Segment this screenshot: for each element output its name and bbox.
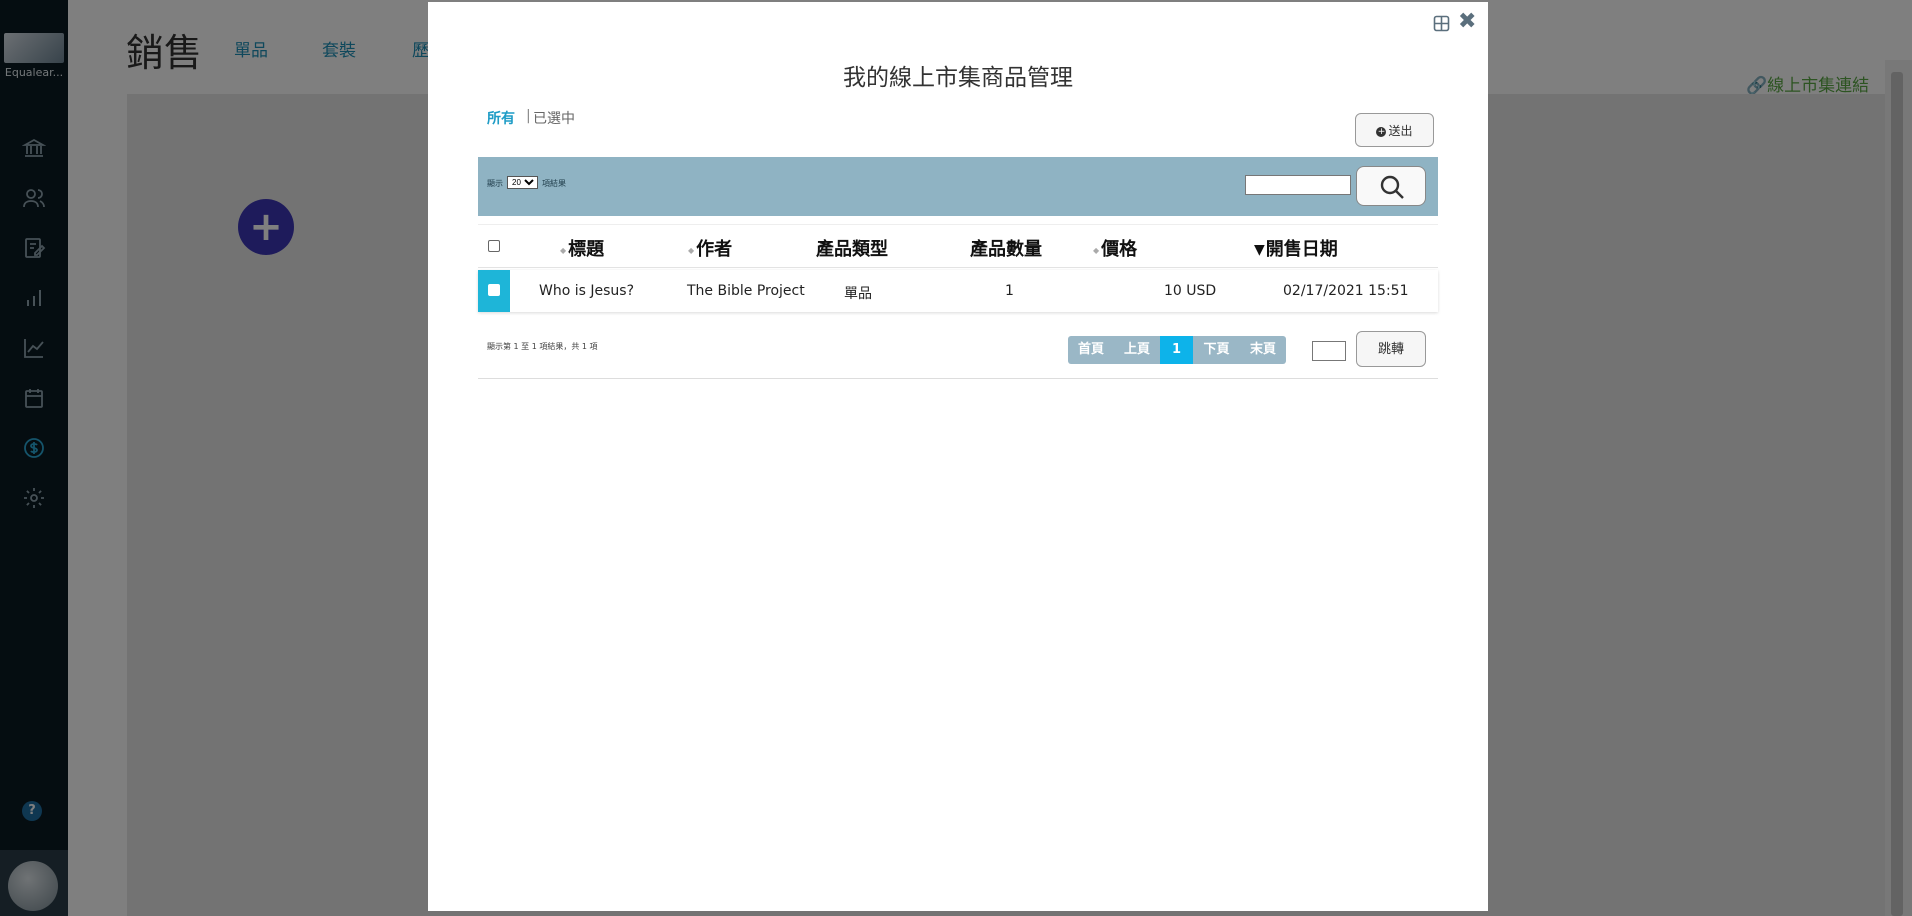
filter-all[interactable]: 所有 — [487, 108, 515, 128]
table-header: ◆ 標題 ◆ 作者 產品類型 產品數量 ◆ 價格 ▼開售日期 — [478, 224, 1438, 268]
search-icon — [1380, 175, 1404, 199]
close-icon[interactable]: ✖ — [1458, 11, 1478, 33]
sort-desc-icon: ▼ — [1254, 242, 1265, 258]
page-next[interactable]: 下頁 — [1193, 336, 1240, 364]
select-all-checkbox[interactable] — [488, 240, 500, 252]
row-select-cell[interactable] — [478, 270, 510, 312]
filter-selected[interactable]: 已選中 — [533, 108, 575, 128]
sort-icon: ◆ — [560, 245, 567, 255]
column-price[interactable]: ◆ 價格 — [1093, 235, 1137, 261]
page-current[interactable]: 1 — [1160, 336, 1193, 364]
cell-type: 單品 — [844, 286, 872, 302]
page-jump-input[interactable] — [1312, 341, 1346, 361]
column-type[interactable]: 產品類型 — [816, 235, 888, 261]
page-length-select[interactable]: 20 — [507, 176, 538, 189]
table-info: 顯示第 1 至 1 項結果，共 1 項 — [487, 342, 598, 351]
page-first[interactable]: 首頁 — [1068, 336, 1114, 364]
table-row[interactable]: Who is Jesus? The Bible Project 單品 1 10 … — [478, 270, 1438, 312]
cell-price: 10 USD — [1164, 283, 1217, 299]
column-release-date[interactable]: ▼開售日期 — [1254, 235, 1338, 261]
page-prev[interactable]: 上頁 — [1114, 336, 1160, 364]
sort-icon: ◆ — [1093, 245, 1100, 255]
search-input[interactable] — [1245, 175, 1351, 195]
cell-author: The Bible Project — [687, 283, 805, 299]
cell-quantity: 1 — [1005, 283, 1014, 299]
search-button[interactable] — [1356, 166, 1426, 206]
divider — [478, 378, 1438, 379]
column-author[interactable]: ◆ 作者 — [688, 235, 732, 261]
cell-date: 02/17/2021 15:51 — [1283, 283, 1409, 299]
cell-title: Who is Jesus? — [539, 283, 634, 299]
column-title[interactable]: ◆ 標題 — [560, 235, 604, 261]
page-last[interactable]: 末頁 — [1240, 336, 1286, 364]
table-toolbar: 顯示 20 項結果 — [478, 157, 1438, 216]
row-checkbox[interactable] — [488, 284, 500, 296]
plus-circle-icon: + — [1376, 126, 1387, 137]
length-suffix: 項結果 — [542, 179, 566, 188]
submit-label: 送出 — [1388, 124, 1413, 138]
product-manager-modal: ✖ 我的線上市集商品管理 所有 | 已選中 + 送出 顯示 20 項結果 ◆ 標題 … — [428, 2, 1488, 911]
sort-icon: ◆ — [688, 245, 695, 255]
modal-title: 我的線上市集商品管理 — [843, 65, 1073, 91]
column-quantity[interactable]: 產品數量 — [970, 235, 1042, 261]
jump-button[interactable]: 跳轉 — [1356, 331, 1426, 367]
length-prefix: 顯示 — [487, 179, 503, 188]
filter-separator: | — [526, 108, 531, 124]
submit-button[interactable]: + 送出 — [1355, 113, 1434, 147]
expand-icon[interactable] — [1433, 15, 1450, 32]
